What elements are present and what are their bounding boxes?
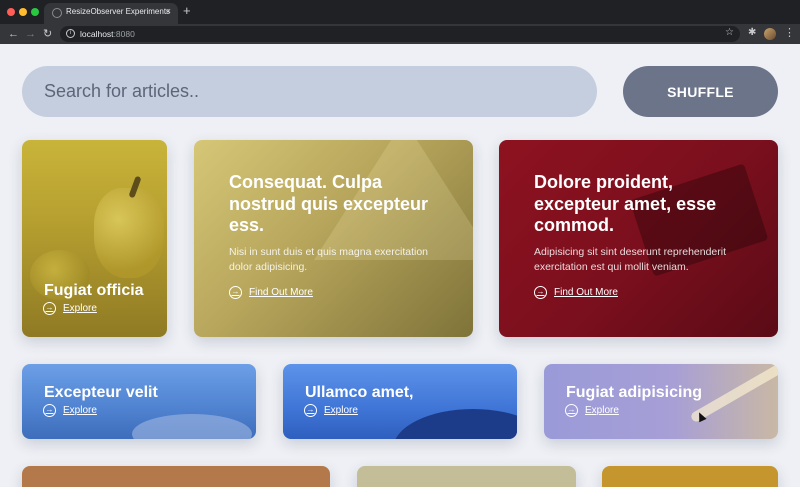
card-cta-link[interactable]: → Explore: [43, 404, 97, 417]
article-card[interactable]: Fugiat adipisicing → Explore: [544, 364, 778, 439]
arrow-circle-right-icon: →: [565, 404, 578, 417]
tab-title: ResizeObserver Experiments: [66, 7, 171, 16]
page-content: SHUFFLE Fugiat officia → Explore Consequ…: [0, 44, 800, 487]
address-bar[interactable]: i localhost:8080: [60, 26, 740, 42]
search-input[interactable]: [44, 66, 574, 117]
article-card[interactable]: Excepteur velit → Explore: [22, 364, 256, 439]
close-window-icon[interactable]: [7, 8, 15, 16]
search-bar: [22, 66, 597, 117]
forward-arrow-icon[interactable]: →: [25, 27, 36, 41]
menu-kebab-icon[interactable]: ⋮: [784, 26, 795, 40]
new-tab-icon[interactable]: +: [183, 4, 191, 18]
arrow-circle-right-icon: →: [304, 404, 317, 417]
article-card[interactable]: [22, 466, 330, 487]
card-cta-link[interactable]: → Explore: [565, 404, 619, 417]
article-card[interactable]: Ullamco amet, → Explore: [283, 364, 517, 439]
card-cta-link[interactable]: → Find Out More: [229, 286, 313, 299]
back-arrow-icon[interactable]: ←: [8, 27, 19, 41]
article-card[interactable]: [357, 466, 576, 487]
card-cta-link[interactable]: → Find Out More: [534, 286, 618, 299]
minimize-window-icon[interactable]: [19, 8, 27, 16]
arrow-circle-right-icon: →: [229, 286, 242, 299]
globe-icon: [52, 8, 62, 18]
tab-close-icon[interactable]: ×: [166, 6, 171, 16]
card-title: Fugiat adipisicing: [566, 384, 703, 401]
cta-label: Explore: [585, 405, 619, 416]
cloud-image: [132, 414, 252, 439]
arrow-circle-right-icon: →: [43, 404, 56, 417]
bookmark-star-icon[interactable]: ☆: [725, 27, 734, 39]
url-text[interactable]: localhost:8080: [80, 29, 135, 39]
card-description: Adipisicing sit sint deserunt reprehende…: [534, 246, 727, 273]
browser-toolbar: ← → ↻ i localhost:8080 ☆ ✱ ⋮: [0, 24, 800, 44]
reload-icon[interactable]: ↻: [43, 27, 52, 41]
article-card[interactable]: Dolore proident, excepteur amet, esse co…: [499, 140, 778, 337]
card-cta-link[interactable]: → Explore: [304, 404, 358, 417]
cta-label: Explore: [63, 303, 97, 314]
card-title: Excepteur velit: [44, 384, 158, 401]
cta-label: Explore: [324, 405, 358, 416]
info-icon[interactable]: i: [66, 29, 75, 38]
arrow-circle-right-icon: →: [43, 302, 56, 315]
arrow-circle-right-icon: →: [534, 286, 547, 299]
pepper-image: [94, 188, 164, 278]
card-title: Dolore proident, excepteur amet, esse co…: [534, 172, 717, 236]
article-card[interactable]: [602, 466, 778, 487]
cta-label: Explore: [63, 405, 97, 416]
wave-image: [393, 409, 517, 439]
card-title: Ullamco amet,: [305, 384, 414, 401]
shuffle-button[interactable]: SHUFFLE: [623, 66, 778, 117]
browser-tab-bar: ResizeObserver Experiments × +: [0, 0, 800, 24]
cta-label: Find Out More: [249, 287, 313, 298]
extensions-puzzle-icon[interactable]: ✱: [748, 27, 756, 39]
browser-tab[interactable]: ResizeObserver Experiments ×: [44, 3, 178, 24]
cta-label: Find Out More: [554, 287, 618, 298]
card-description: Nisi in sunt duis et quis magna exercita…: [229, 246, 429, 273]
card-title: Fugiat officia: [44, 282, 144, 299]
maximize-window-icon[interactable]: [31, 8, 39, 16]
profile-avatar[interactable]: [764, 28, 776, 40]
card-cta-link[interactable]: → Explore: [43, 302, 97, 315]
card-title: Consequat. Culpa nostrud quis excepteur …: [229, 172, 429, 236]
article-card[interactable]: Fugiat officia → Explore: [22, 140, 167, 337]
article-card[interactable]: Consequat. Culpa nostrud quis excepteur …: [194, 140, 473, 337]
